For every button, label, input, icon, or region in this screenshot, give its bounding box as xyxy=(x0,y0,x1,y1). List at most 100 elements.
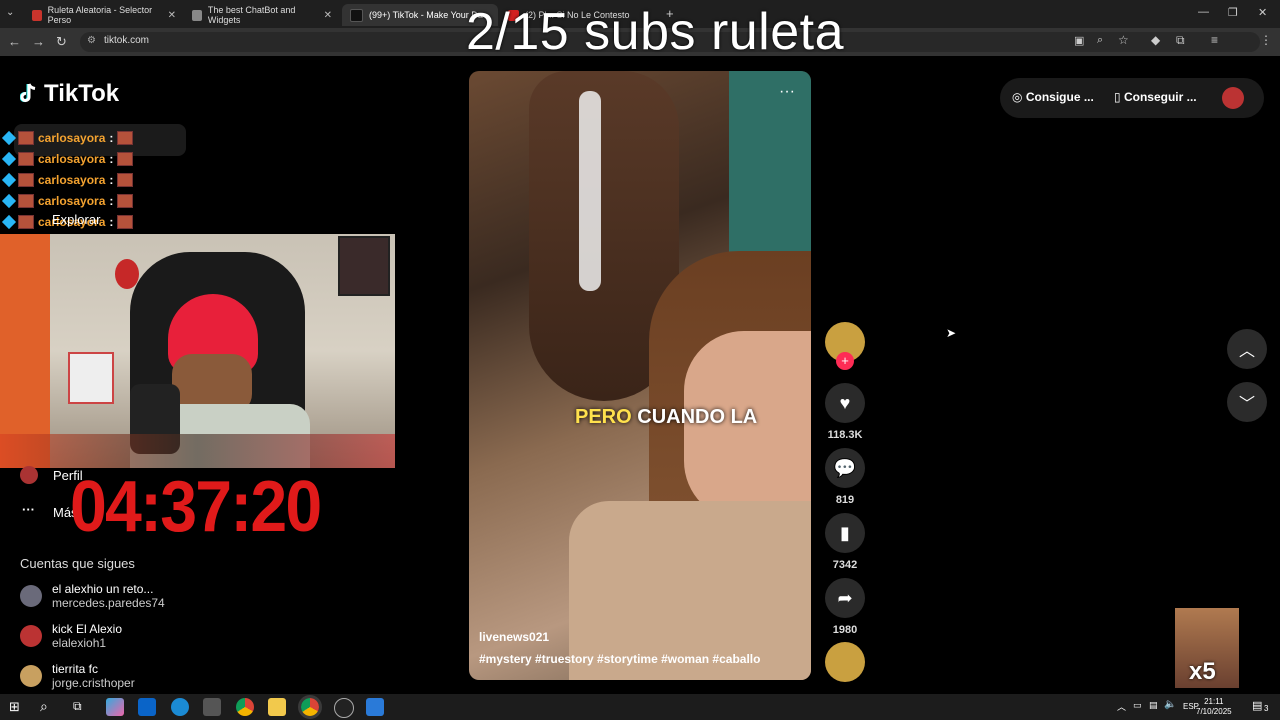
chevron-up-icon: ︿ xyxy=(1238,343,1255,360)
mouse-cursor-icon: ➤ xyxy=(946,326,957,340)
tab-ruleta[interactable]: Ruleta Aleatoria - Selector Perso ✕ xyxy=(24,4,184,26)
stream-multiplier-badge: x5 xyxy=(1175,608,1239,688)
close-icon[interactable]: ✕ xyxy=(324,10,332,21)
creator-avatar[interactable]: + xyxy=(825,322,865,370)
file-explorer-icon[interactable] xyxy=(268,698,286,716)
chrome-active-icon[interactable] xyxy=(298,695,322,719)
countdown-timer: 04:37:20 xyxy=(70,467,322,547)
coins-button[interactable]: ◎ Consigue ... xyxy=(1012,90,1094,104)
caption-highlight: PERO xyxy=(575,406,632,428)
extension-diamond-icon[interactable]: ◆ xyxy=(1151,33,1160,47)
kick-sign xyxy=(68,352,114,404)
window-close-icon[interactable]: ✕ xyxy=(1258,6,1267,19)
bookmark-icon[interactable]: ▮ xyxy=(825,513,865,553)
emote-icon xyxy=(18,173,34,187)
extensions-icon[interactable]: ⧉ xyxy=(1176,33,1185,48)
reload-icon[interactable]: ↻ xyxy=(56,34,67,50)
forward-icon[interactable]: → xyxy=(32,34,45,49)
site-info-icon[interactable]: ⚙ xyxy=(87,35,96,46)
notification-icon[interactable]: ▤ xyxy=(1252,699,1262,712)
url-text[interactable]: tiktok.com xyxy=(104,35,149,46)
clock-date: 7/10/2025 xyxy=(1196,707,1232,716)
zoom-icon[interactable]: ⌕ xyxy=(1097,34,1103,47)
comment-icon[interactable]: 💬 xyxy=(825,448,865,488)
badge-icon xyxy=(1,130,17,146)
edge-icon[interactable] xyxy=(171,698,189,716)
chat-user: carlosayora xyxy=(38,173,106,187)
copilot-icon[interactable] xyxy=(106,698,124,716)
spiderman-mask xyxy=(115,259,139,289)
chrome-icon[interactable] xyxy=(236,698,254,716)
close-icon[interactable]: ✕ xyxy=(168,10,176,21)
app-icon[interactable] xyxy=(366,698,384,716)
sound-disc[interactable] xyxy=(825,642,865,682)
chat-message: carlosayora: xyxy=(1,129,134,147)
chevron-down-icon: ﹀ xyxy=(1238,396,1255,413)
badge-icon xyxy=(1,172,17,188)
outlook-icon[interactable] xyxy=(138,698,156,716)
emote-icon xyxy=(117,152,134,166)
comment-button[interactable]: 💬 819 xyxy=(825,448,865,506)
tab-chatbot[interactable]: The best ChatBot and Widgets ✕ xyxy=(184,4,340,26)
badge-icon xyxy=(1,151,17,167)
emote-icon xyxy=(18,131,34,145)
restore-icon[interactable]: ❐ xyxy=(1228,6,1238,19)
tiktok-logo[interactable]: TikTok xyxy=(19,80,119,108)
chat-message: carlosayora: xyxy=(1,192,134,210)
video-player[interactable]: ··· xyxy=(469,71,811,680)
obs-icon[interactable] xyxy=(334,698,354,718)
tiktok-note-icon xyxy=(19,83,38,105)
save-button[interactable]: ▮ 7342 xyxy=(825,513,865,571)
share-icon[interactable]: ➦ xyxy=(825,578,865,618)
back-icon[interactable]: ← xyxy=(8,34,21,49)
avatar xyxy=(20,625,42,647)
battery-icon[interactable]: ▤ xyxy=(1149,700,1158,711)
follow-plus-icon[interactable]: + xyxy=(836,352,854,370)
following-title: Cuentas que sigues xyxy=(20,556,135,571)
following-account[interactable]: kick El Alexio elalexioh1 xyxy=(20,622,122,650)
network-icon[interactable]: ▭ xyxy=(1133,700,1142,711)
user-avatar[interactable] xyxy=(1222,87,1244,109)
emote-icon xyxy=(117,173,134,187)
avatar xyxy=(20,585,42,607)
tray-chevron-icon[interactable]: ︿ xyxy=(1117,700,1126,713)
following-account[interactable]: tierrita fc jorge.cristhoper xyxy=(20,662,135,690)
taskbar-clock[interactable]: 21:11 7/10/2025 xyxy=(1196,697,1232,717)
video-hashtags[interactable]: #mystery #truestory #storytime #woman #c… xyxy=(479,652,760,666)
get-app-button[interactable]: ▯ Conseguir ... xyxy=(1114,90,1197,104)
task-view-icon[interactable]: ⧉ xyxy=(73,699,82,714)
share-button[interactable]: ➦ 1980 xyxy=(825,578,865,636)
volume-icon[interactable]: 🔈 xyxy=(1164,699,1176,710)
tab-search-icon[interactable]: ⌄ xyxy=(6,7,14,18)
menu-kebab-icon[interactable]: ⋮ xyxy=(1260,33,1272,47)
store-icon[interactable] xyxy=(203,698,221,716)
like-button[interactable]: ♥ 118.3K xyxy=(825,383,865,441)
media-icon[interactable]: ≡ xyxy=(1211,33,1218,47)
app-label: Conseguir ... xyxy=(1123,90,1197,104)
search-icon[interactable]: ⌕ xyxy=(40,698,48,715)
bookmark-star-icon[interactable]: ☆ xyxy=(1118,33,1129,47)
chatbot-favicon-icon xyxy=(192,9,202,21)
video-more-icon[interactable]: ··· xyxy=(779,83,795,101)
emote-icon xyxy=(117,131,134,145)
tab-label: The best ChatBot and Widgets xyxy=(207,5,296,25)
install-icon[interactable]: ▣ xyxy=(1074,34,1084,47)
previous-video-button[interactable]: ︿ xyxy=(1227,329,1267,369)
following-account[interactable]: el alexhio un reto... mercedes.paredes74 xyxy=(20,582,165,610)
emote-icon xyxy=(117,215,134,229)
video-username[interactable]: livenews021 xyxy=(479,630,549,644)
tab-label: Ruleta Aleatoria - Selector Perso xyxy=(47,5,153,25)
minimize-icon[interactable]: — xyxy=(1198,6,1209,18)
sidebar-item-explore[interactable]: Explorar xyxy=(52,212,100,227)
phone-icon: ▯ xyxy=(1114,90,1121,104)
next-video-button[interactable]: ﹀ xyxy=(1227,382,1267,422)
chat-message: carlosayora: xyxy=(1,171,134,189)
heart-icon[interactable]: ♥ xyxy=(825,383,865,423)
music-disc-icon[interactable] xyxy=(825,642,865,682)
windows-taskbar xyxy=(0,694,1280,720)
more-dots-icon[interactable]: ··· xyxy=(22,502,35,517)
account-handle: jorge.cristhoper xyxy=(52,676,135,690)
windows-start-icon[interactable]: ⊞ xyxy=(9,699,20,715)
stream-overlay-title: 2/15 subs ruleta xyxy=(466,3,845,61)
emote-icon xyxy=(117,194,134,208)
